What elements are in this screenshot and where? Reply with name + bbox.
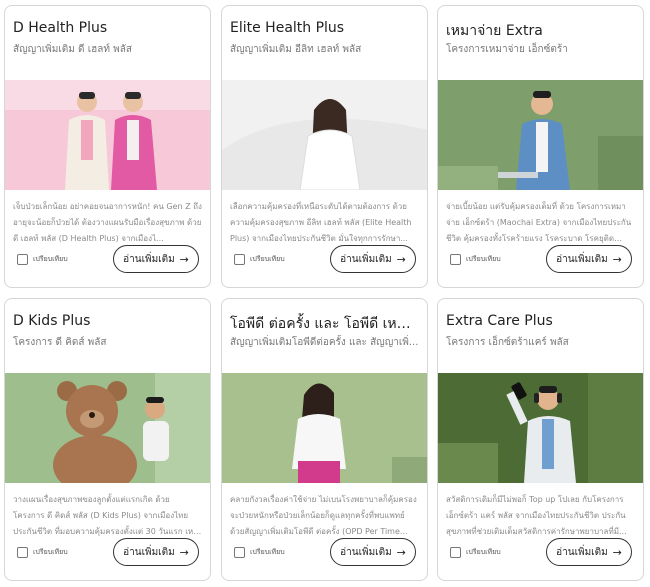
card-image[interactable] <box>222 373 427 483</box>
read-more-label: อ่านเพิ่มเติม <box>340 546 392 558</box>
read-more-label: อ่านเพิ่มเติม <box>556 546 608 558</box>
card-title[interactable]: D Health Plus <box>13 20 202 36</box>
compare-label: เปรียบเทียบ <box>250 548 285 556</box>
card-description: คลายกังวลเรื่องค่าใช้จ่าย ไม่เบนโรงพยาบา… <box>230 495 417 536</box>
card-description: เจ็บป่วยเล็กน้อย อย่าคอยจนอาการหนัก! คน … <box>13 202 202 243</box>
card-subtitle: สัญญาเพิ่มเติมโอพีดีต่อครั้ง และ สัญญาเพ… <box>230 337 419 348</box>
arrow-right-icon: → <box>612 252 622 266</box>
checkbox-box[interactable] <box>234 254 245 265</box>
card-image[interactable] <box>438 80 643 190</box>
arrow-right-icon: → <box>179 252 189 266</box>
compare-checkbox[interactable]: เปรียบเทียบ <box>234 547 285 558</box>
product-card: เหมาจ่าย Extra โครงการเหมาจ่าย เอ็กซ์ตร้… <box>437 5 644 288</box>
compare-label: เปรียบเทียบ <box>250 255 285 263</box>
read-more-button[interactable]: อ่านเพิ่มเติม → <box>330 245 416 273</box>
product-card: Extra Care Plus โครงการ เอ็กซ์ตร้าแคร์ พ… <box>437 298 644 581</box>
read-more-button[interactable]: อ่านเพิ่มเติม → <box>330 538 416 566</box>
card-image[interactable] <box>222 80 427 190</box>
card-subtitle: โครงการ เอ็กซ์ตร้าแคร์ พลัส <box>446 337 569 348</box>
compare-label: เปรียบเทียบ <box>33 548 68 556</box>
card-subtitle: โครงการ ดี คิดส์ พลัส <box>13 337 107 348</box>
read-more-label: อ่านเพิ่มเติม <box>123 546 175 558</box>
compare-checkbox[interactable]: เปรียบเทียบ <box>450 547 501 558</box>
card-title[interactable]: โอพีดี ต่อครั้ง และ โอพีดี เหมาจ่าย <box>230 313 419 335</box>
arrow-right-icon: → <box>396 545 406 559</box>
card-image[interactable] <box>438 373 643 483</box>
read-more-button[interactable]: อ่านเพิ่มเติม → <box>546 538 632 566</box>
compare-label: เปรียบเทียบ <box>466 255 501 263</box>
card-image[interactable] <box>5 80 210 190</box>
compare-checkbox[interactable]: เปรียบเทียบ <box>450 254 501 265</box>
checkbox-box[interactable] <box>17 547 28 558</box>
checkbox-box[interactable] <box>450 254 461 265</box>
product-card: D Kids Plus โครงการ ดี คิดส์ พลัส วางแผน… <box>4 298 211 581</box>
card-title[interactable]: D Kids Plus <box>13 313 202 329</box>
arrow-right-icon: → <box>396 252 406 266</box>
arrow-right-icon: → <box>179 545 189 559</box>
compare-label: เปรียบเทียบ <box>466 548 501 556</box>
read-more-label: อ่านเพิ่มเติม <box>340 253 392 265</box>
read-more-button[interactable]: อ่านเพิ่มเติม → <box>546 245 632 273</box>
card-subtitle: โครงการเหมาจ่าย เอ็กซ์ตร้า <box>446 44 568 55</box>
read-more-button[interactable]: อ่านเพิ่มเติม → <box>113 245 199 273</box>
compare-checkbox[interactable]: เปรียบเทียบ <box>17 254 68 265</box>
card-description: สวัสดิการเดิมก็มีไม่พอก็ Top up โปเลย กั… <box>446 495 627 536</box>
card-description: เลือกความคุ้มครองที่เหนือระดับได้ตามต้อง… <box>230 202 412 243</box>
card-description: วางแผนเรื่องสุขภาพของลูกตั้งแต่แรกเกิด ด… <box>13 495 194 536</box>
checkbox-box[interactable] <box>234 547 245 558</box>
compare-checkbox[interactable]: เปรียบเทียบ <box>17 547 68 558</box>
compare-label: เปรียบเทียบ <box>33 255 68 263</box>
compare-checkbox[interactable]: เปรียบเทียบ <box>234 254 285 265</box>
card-title[interactable]: Elite Health Plus <box>230 20 419 36</box>
card-image[interactable] <box>5 373 210 483</box>
read-more-label: อ่านเพิ่มเติม <box>123 253 175 265</box>
product-card: Elite Health Plus สัญญาเพิ่มเติม อีลิท เ… <box>221 5 428 288</box>
read-more-button[interactable]: อ่านเพิ่มเติม → <box>113 538 199 566</box>
product-card: D Health Plus สัญญาเพิ่มเติม ดี เฮลท์ พล… <box>4 5 211 288</box>
arrow-right-icon: → <box>612 545 622 559</box>
product-card: โอพีดี ต่อครั้ง และ โอพีดี เหมาจ่าย สัญญ… <box>221 298 428 581</box>
card-description: จ่ายเบี้ยน้อย แต่รับคุ้มครองเต็มที่ ด้วย… <box>446 202 632 243</box>
card-title[interactable]: Extra Care Plus <box>446 313 635 329</box>
checkbox-box[interactable] <box>450 547 461 558</box>
read-more-label: อ่านเพิ่มเติม <box>556 253 608 265</box>
card-title[interactable]: เหมาจ่าย Extra <box>446 20 635 42</box>
card-subtitle: สัญญาเพิ่มเติม อีลิท เฮลท์ พลัส <box>230 44 362 55</box>
checkbox-box[interactable] <box>17 254 28 265</box>
card-subtitle: สัญญาเพิ่มเติม ดี เฮลท์ พลัส <box>13 44 132 55</box>
